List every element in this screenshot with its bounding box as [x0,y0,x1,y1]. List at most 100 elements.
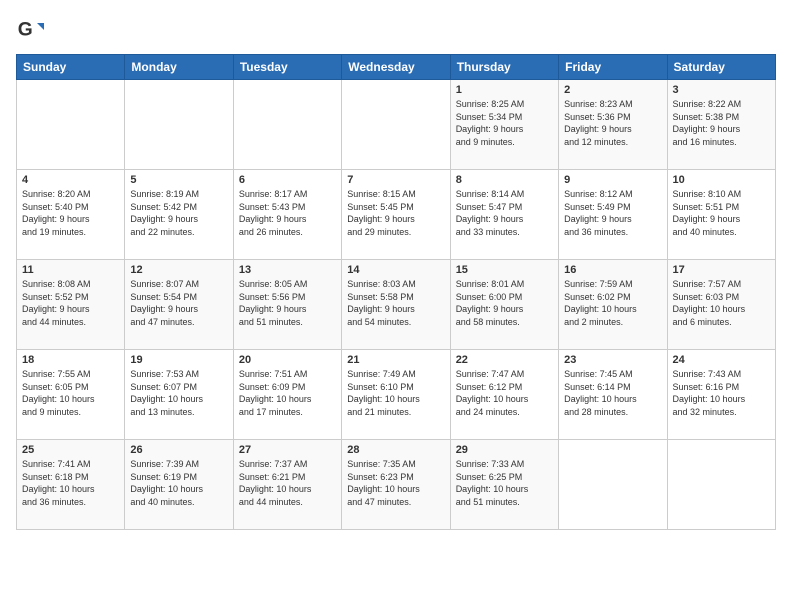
day-number: 13 [239,264,336,276]
day-number: 9 [564,174,661,186]
day-number: 17 [673,264,770,276]
calendar-cell: 6 Sunrise: 8:17 AM Sunset: 5:43 PM Daylig… [233,170,341,260]
calendar-cell: 14 Sunrise: 8:03 AM Sunset: 5:58 PM Dayli… [342,260,450,350]
calendar-cell: 23 Sunrise: 7:45 AM Sunset: 6:14 PM Dayli… [559,350,667,440]
day-number: 18 [22,354,119,366]
day-number: 14 [347,264,444,276]
day-number: 28 [347,444,444,456]
day-number: 2 [564,84,661,96]
day-info: Sunrise: 7:33 AM Sunset: 6:25 PM Dayligh… [456,458,553,508]
weekday-header-monday: Monday [125,55,233,80]
weekday-header-thursday: Thursday [450,55,558,80]
weekday-header-sunday: Sunday [17,55,125,80]
day-info: Sunrise: 7:45 AM Sunset: 6:14 PM Dayligh… [564,368,661,418]
calendar-cell [559,440,667,530]
calendar-week-row: 18 Sunrise: 7:55 AM Sunset: 6:05 PM Dayli… [17,350,776,440]
day-number: 25 [22,444,119,456]
calendar-cell [342,80,450,170]
calendar-cell: 11Sunrise: 8:08 AM Sunset: 5:52 PM Dayli… [17,260,125,350]
calendar-cell: 12 Sunrise: 8:07 AM Sunset: 5:54 PM Dayli… [125,260,233,350]
day-info: Sunrise: 7:55 AM Sunset: 6:05 PM Dayligh… [22,368,119,418]
weekday-header-friday: Friday [559,55,667,80]
day-number: 20 [239,354,336,366]
calendar-cell [125,80,233,170]
day-info: Sunrise: 8:23 AM Sunset: 5:36 PM Dayligh… [564,98,661,148]
calendar-cell: 25 Sunrise: 7:41 AM Sunset: 6:18 PM Dayli… [17,440,125,530]
calendar-cell: 22 Sunrise: 7:47 AM Sunset: 6:12 PM Dayli… [450,350,558,440]
weekday-header-saturday: Saturday [667,55,775,80]
calendar-cell: 3 Sunrise: 8:22 AM Sunset: 5:38 PM Daylig… [667,80,775,170]
calendar-cell: 5Sunrise: 8:19 AM Sunset: 5:42 PM Daylig… [125,170,233,260]
calendar-cell: 24Sunrise: 7:43 AM Sunset: 6:16 PM Dayli… [667,350,775,440]
logo: G [16,16,48,44]
day-number: 23 [564,354,661,366]
day-number: 1 [456,84,553,96]
calendar-cell: 13 Sunrise: 8:05 AM Sunset: 5:56 PM Dayli… [233,260,341,350]
day-info: Sunrise: 7:35 AM Sunset: 6:23 PM Dayligh… [347,458,444,508]
page-header: G [16,16,776,44]
day-info: Sunrise: 8:22 AM Sunset: 5:38 PM Dayligh… [673,98,770,148]
day-info: Sunrise: 7:51 AM Sunset: 6:09 PM Dayligh… [239,368,336,418]
day-info: Sunrise: 8:01 AM Sunset: 6:00 PM Dayligh… [456,278,553,328]
calendar-cell [233,80,341,170]
day-info: Sunrise: 7:57 AM Sunset: 6:03 PM Dayligh… [673,278,770,328]
day-info: Sunrise: 7:37 AM Sunset: 6:21 PM Dayligh… [239,458,336,508]
day-number: 29 [456,444,553,456]
day-number: 12 [130,264,227,276]
day-info: Sunrise: 7:59 AM Sunset: 6:02 PM Dayligh… [564,278,661,328]
calendar-cell: 10Sunrise: 8:10 AM Sunset: 5:51 PM Dayli… [667,170,775,260]
day-info: Sunrise: 8:14 AM Sunset: 5:47 PM Dayligh… [456,188,553,238]
calendar-cell: 15 Sunrise: 8:01 AM Sunset: 6:00 PM Dayli… [450,260,558,350]
day-info: Sunrise: 7:53 AM Sunset: 6:07 PM Dayligh… [130,368,227,418]
day-info: Sunrise: 7:49 AM Sunset: 6:10 PM Dayligh… [347,368,444,418]
day-number: 27 [239,444,336,456]
calendar-week-row: 1Sunrise: 8:25 AM Sunset: 5:34 PM Daylig… [17,80,776,170]
day-number: 26 [130,444,227,456]
calendar-cell: 17 Sunrise: 7:57 AM Sunset: 6:03 PM Dayli… [667,260,775,350]
day-number: 6 [239,174,336,186]
svg-text:G: G [18,19,33,40]
day-number: 8 [456,174,553,186]
calendar-cell: 16 Sunrise: 7:59 AM Sunset: 6:02 PM Dayli… [559,260,667,350]
day-info: Sunrise: 7:43 AM Sunset: 6:16 PM Dayligh… [673,368,770,418]
day-number: 7 [347,174,444,186]
weekday-header-row: SundayMondayTuesdayWednesdayThursdayFrid… [17,55,776,80]
calendar-cell: 7 Sunrise: 8:15 AM Sunset: 5:45 PM Daylig… [342,170,450,260]
day-info: Sunrise: 8:20 AM Sunset: 5:40 PM Dayligh… [22,188,119,238]
calendar-week-row: 11Sunrise: 8:08 AM Sunset: 5:52 PM Dayli… [17,260,776,350]
calendar-cell: 8 Sunrise: 8:14 AM Sunset: 5:47 PM Daylig… [450,170,558,260]
calendar-cell: 18 Sunrise: 7:55 AM Sunset: 6:05 PM Dayli… [17,350,125,440]
day-info: Sunrise: 8:15 AM Sunset: 5:45 PM Dayligh… [347,188,444,238]
calendar-cell: 20 Sunrise: 7:51 AM Sunset: 6:09 PM Dayli… [233,350,341,440]
day-info: Sunrise: 7:41 AM Sunset: 6:18 PM Dayligh… [22,458,119,508]
day-info: Sunrise: 8:08 AM Sunset: 5:52 PM Dayligh… [22,278,119,328]
calendar-cell: 26 Sunrise: 7:39 AM Sunset: 6:19 PM Dayli… [125,440,233,530]
calendar-table: SundayMondayTuesdayWednesdayThursdayFrid… [16,54,776,530]
day-number: 16 [564,264,661,276]
calendar-cell: 27 Sunrise: 7:37 AM Sunset: 6:21 PM Dayli… [233,440,341,530]
day-number: 4 [22,174,119,186]
day-info: Sunrise: 8:12 AM Sunset: 5:49 PM Dayligh… [564,188,661,238]
day-info: Sunrise: 8:07 AM Sunset: 5:54 PM Dayligh… [130,278,227,328]
day-info: Sunrise: 8:05 AM Sunset: 5:56 PM Dayligh… [239,278,336,328]
calendar-week-row: 4 Sunrise: 8:20 AM Sunset: 5:40 PM Daylig… [17,170,776,260]
day-number: 21 [347,354,444,366]
day-number: 3 [673,84,770,96]
calendar-cell: 1Sunrise: 8:25 AM Sunset: 5:34 PM Daylig… [450,80,558,170]
calendar-cell: 19Sunrise: 7:53 AM Sunset: 6:07 PM Dayli… [125,350,233,440]
day-number: 15 [456,264,553,276]
day-number: 5 [130,174,227,186]
calendar-cell: 2 Sunrise: 8:23 AM Sunset: 5:36 PM Daylig… [559,80,667,170]
weekday-header-tuesday: Tuesday [233,55,341,80]
day-info: Sunrise: 7:39 AM Sunset: 6:19 PM Dayligh… [130,458,227,508]
logo-icon: G [16,16,44,44]
day-info: Sunrise: 8:17 AM Sunset: 5:43 PM Dayligh… [239,188,336,238]
calendar-cell: 29 Sunrise: 7:33 AM Sunset: 6:25 PM Dayli… [450,440,558,530]
day-info: Sunrise: 7:47 AM Sunset: 6:12 PM Dayligh… [456,368,553,418]
day-number: 22 [456,354,553,366]
day-info: Sunrise: 8:03 AM Sunset: 5:58 PM Dayligh… [347,278,444,328]
calendar-cell [17,80,125,170]
weekday-header-wednesday: Wednesday [342,55,450,80]
calendar-cell: 9 Sunrise: 8:12 AM Sunset: 5:49 PM Daylig… [559,170,667,260]
day-number: 10 [673,174,770,186]
